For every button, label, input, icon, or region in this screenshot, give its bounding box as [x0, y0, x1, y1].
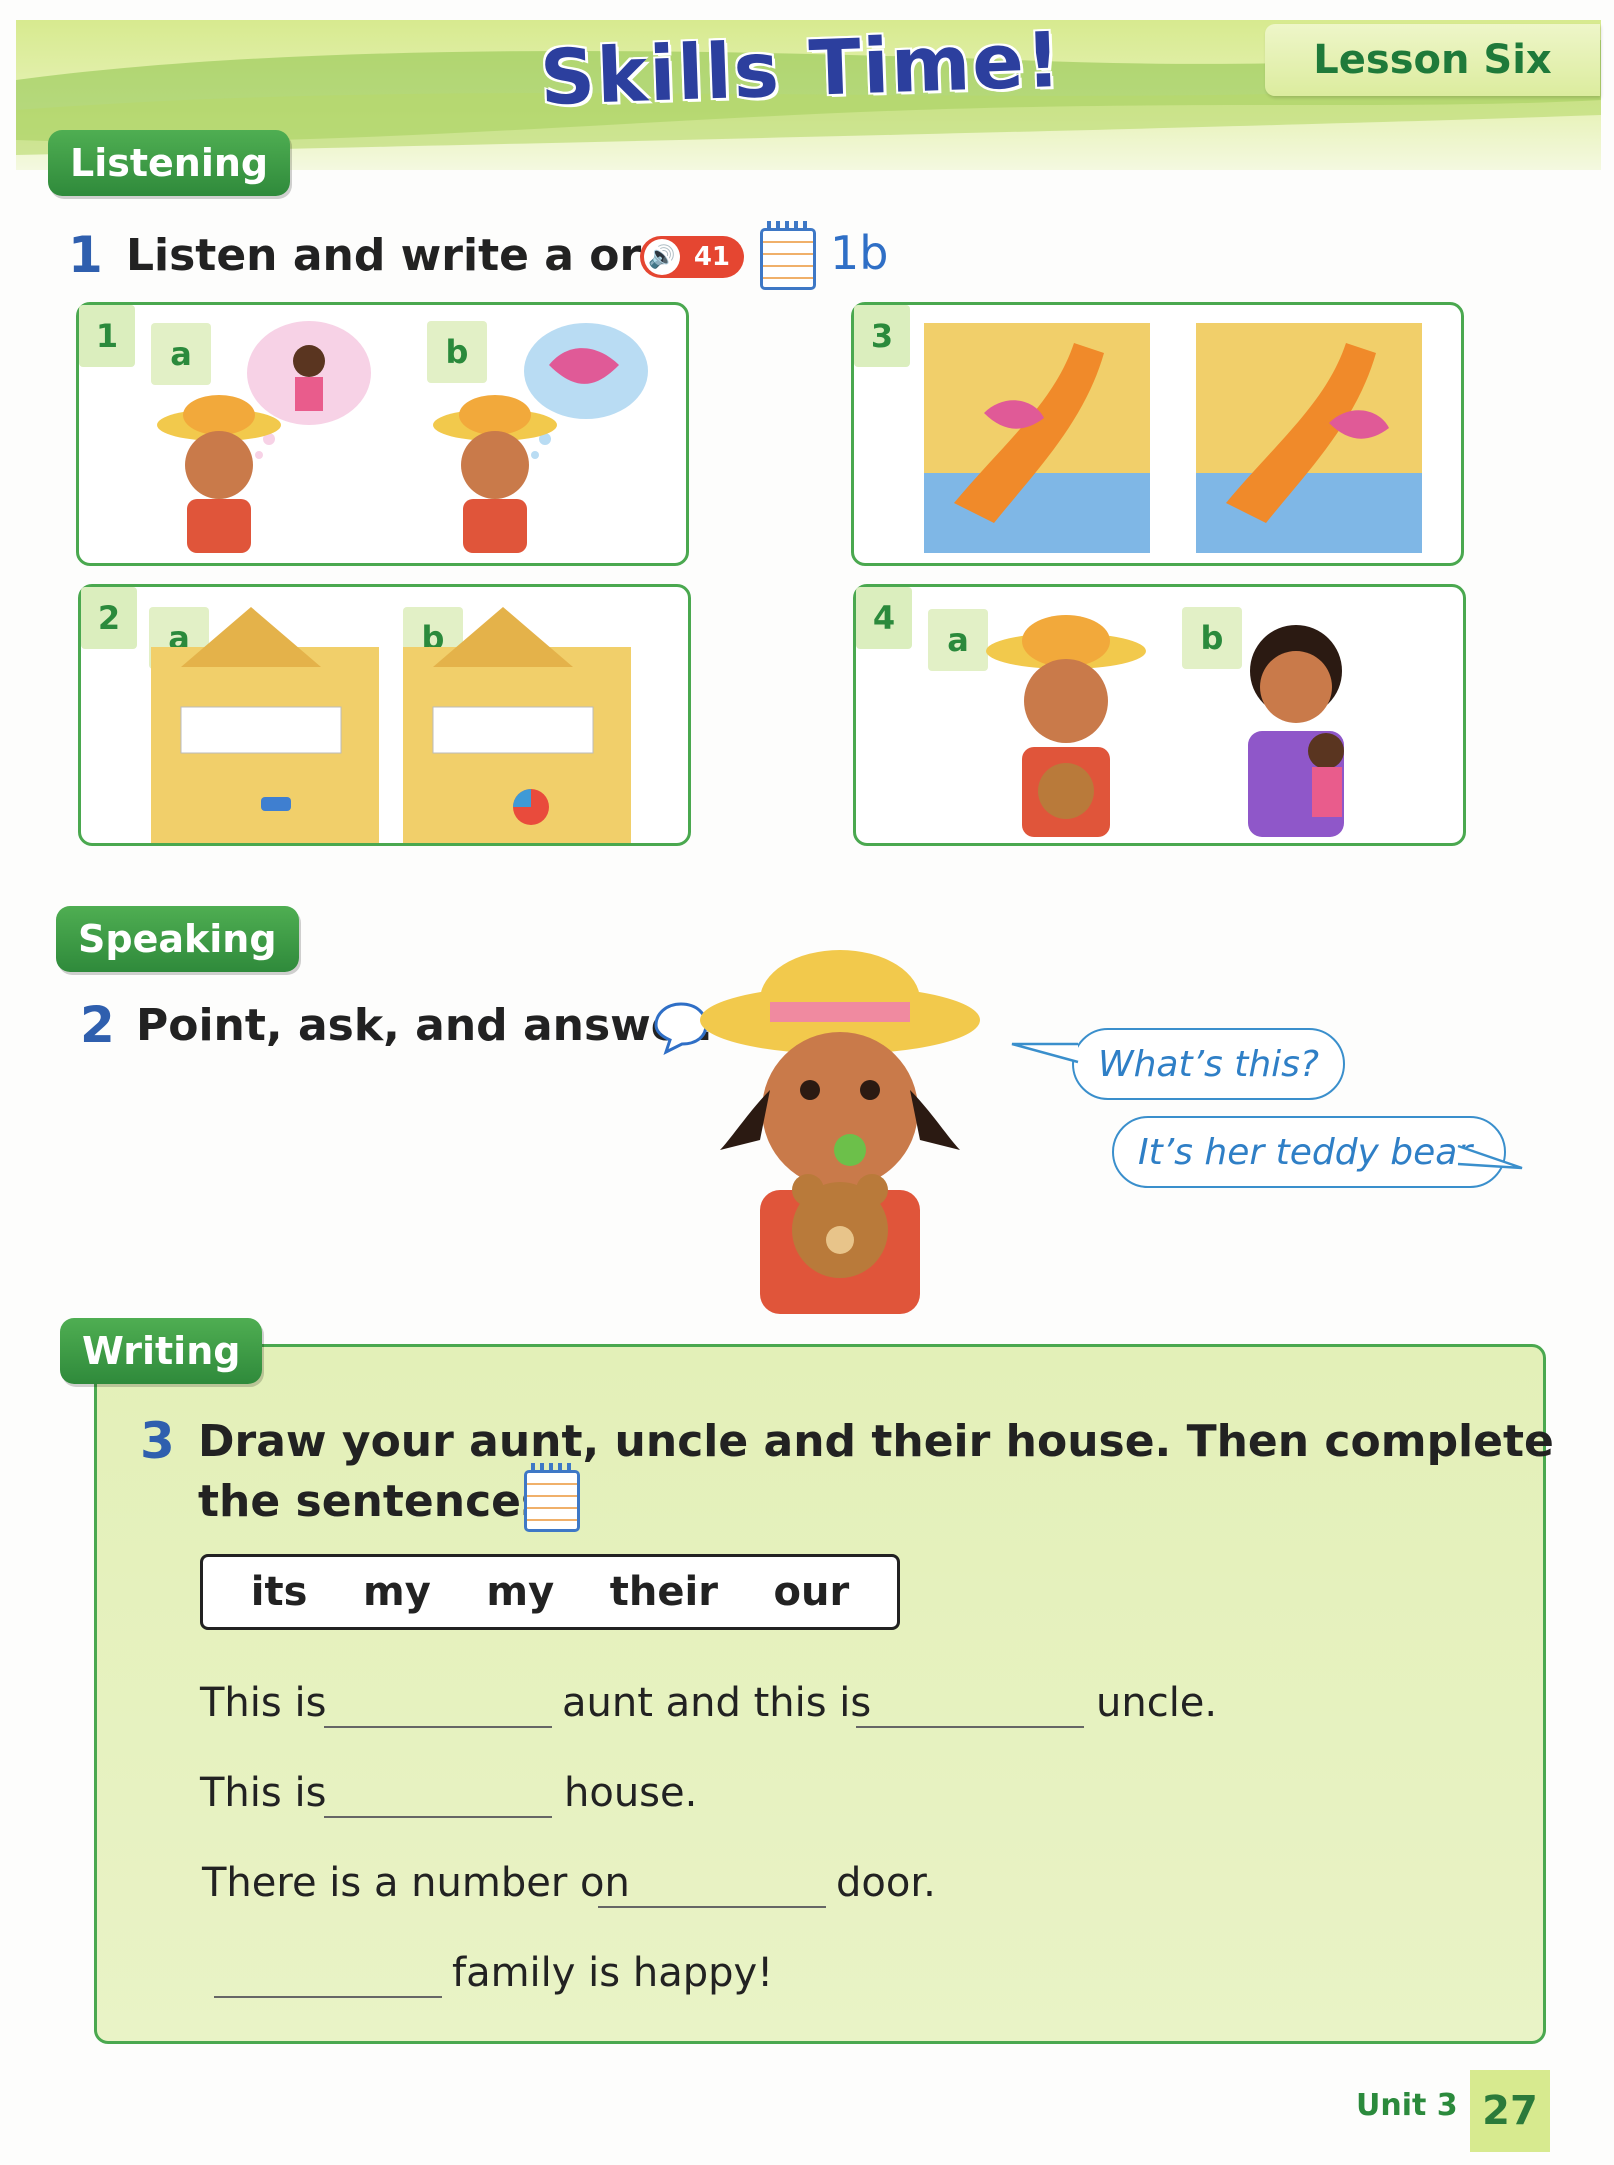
- lesson-label: Lesson Six: [1265, 24, 1600, 96]
- exercise-instruction-line2: the sentences.: [198, 1476, 564, 1527]
- notebook-icon: [760, 221, 816, 290]
- listening-panel-3: 3 a b: [851, 302, 1464, 566]
- answer-blank[interactable]: [856, 1726, 1084, 1728]
- panel-number: 1: [79, 305, 135, 367]
- listening-panel-2: 2 a b: [78, 584, 691, 846]
- bubble-tail-right: [1457, 1144, 1523, 1170]
- sentence-1-text-b: aunt and this is: [562, 1680, 872, 1726]
- word-bank-item: my: [363, 1569, 431, 1615]
- exercise-number: 3: [140, 1412, 175, 1470]
- girl-and-sister-illustration: [986, 615, 1344, 837]
- girl-thinking-illustration: [157, 321, 648, 553]
- sentence-4-text: family is happy!: [452, 1950, 774, 1996]
- section-tag-speaking: Speaking: [56, 906, 299, 972]
- notebook-icon: [524, 1463, 580, 1532]
- sentence-2-text-a: This is: [200, 1770, 327, 1816]
- unit-label: Unit 3: [1356, 2088, 1458, 2123]
- bubble-tail-left: [1011, 1042, 1079, 1064]
- listening-panel-1: 1 a b: [76, 302, 689, 566]
- exercise-instruction: Listen and write a or b.: [126, 230, 705, 281]
- answer-blank[interactable]: [598, 1906, 826, 1908]
- sentence-1-text-a: This is: [200, 1680, 327, 1726]
- page-number: 27: [1470, 2070, 1550, 2152]
- activity-reference: 1b: [830, 226, 889, 280]
- exercise-number: 2: [80, 996, 115, 1054]
- answer-blank[interactable]: [324, 1816, 552, 1818]
- speech-bubble-answer: It’s her teddy bear.: [1112, 1116, 1507, 1188]
- panel-number: 3: [854, 305, 910, 367]
- panel-number: 4: [856, 587, 912, 649]
- speaker-icon: 🔊: [644, 239, 680, 275]
- workbook-page: Skills Time! Lesson Six Listening 1 List…: [0, 0, 1614, 2165]
- word-bank-item: our: [773, 1569, 850, 1615]
- word-bank-item: their: [609, 1569, 718, 1615]
- girl-with-teddy-illustration: [700, 950, 980, 1314]
- sentence-1-text-c: uncle.: [1096, 1680, 1218, 1726]
- word-bank: its my my their our: [200, 1554, 900, 1630]
- answer-blank[interactable]: [214, 1996, 442, 1998]
- exercise-instruction-line1: Draw your aunt, uncle and their house. T…: [198, 1416, 1554, 1467]
- audio-track-number: 41: [693, 242, 730, 272]
- sentence-3-text-a: There is a number on: [202, 1860, 630, 1906]
- audio-track-button[interactable]: 🔊 41: [640, 236, 744, 278]
- section-tag-writing: Writing: [60, 1318, 263, 1384]
- panel-number: 2: [81, 587, 137, 649]
- sentence-2-text-b: house.: [564, 1770, 698, 1816]
- table-and-umbrella-illustration: [151, 607, 631, 843]
- exercise-instruction: Point, ask, and answer.: [136, 1000, 713, 1051]
- section-tag-listening: Listening: [48, 130, 291, 196]
- answer-blank[interactable]: [324, 1726, 552, 1728]
- page-title: Skills Time!: [538, 14, 1064, 123]
- sentence-3-text-b: door.: [836, 1860, 936, 1906]
- word-bank-item: its: [250, 1569, 308, 1615]
- speech-bubble-question: What’s this?: [1072, 1028, 1346, 1100]
- slide-and-kite-illustration: [924, 323, 1422, 553]
- word-bank-item: my: [486, 1569, 555, 1615]
- exercise-number: 1: [68, 226, 103, 284]
- listening-panel-4: 4 a b: [853, 584, 1466, 846]
